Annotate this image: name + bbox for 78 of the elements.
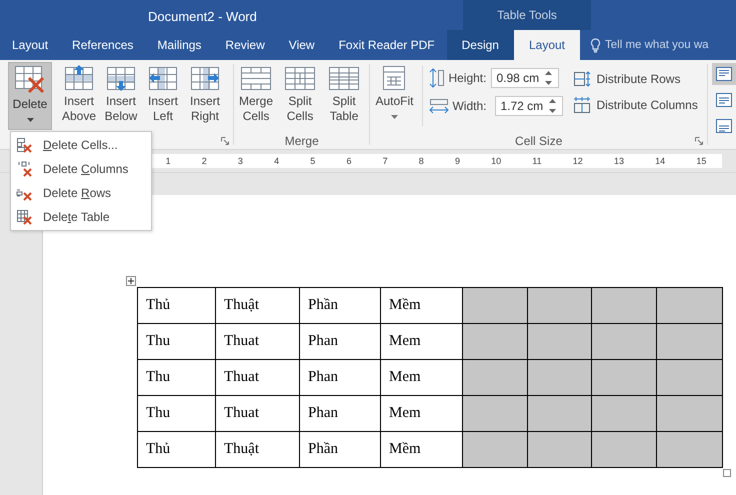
table-cell: Thu xyxy=(138,396,216,432)
width-label: Width: xyxy=(452,99,488,113)
table-insert-icon xyxy=(190,64,220,92)
delete-item-icon xyxy=(16,137,32,153)
caret-icon xyxy=(26,118,34,122)
ribbon-tab[interactable]: Design xyxy=(446,30,514,60)
table-grid-icon xyxy=(381,64,408,92)
distribute-button[interactable]: Distribute Rows xyxy=(573,71,698,87)
table-grid-icon xyxy=(328,64,360,92)
row-height-icon xyxy=(429,68,446,88)
delete-table-icon xyxy=(14,65,46,95)
menu-item[interactable]: Delete Cells... xyxy=(43,138,118,152)
table-cell: Thu xyxy=(138,324,216,360)
group-label: Cell Size xyxy=(515,134,562,148)
ribbon-button[interactable]: Merge Cells xyxy=(235,62,278,124)
distribute-rows-icon xyxy=(573,71,592,87)
ribbon-button[interactable]: Insert Left xyxy=(142,62,184,124)
text-align-icon xyxy=(716,93,732,107)
ribbon-tab[interactable]: Review xyxy=(213,30,277,60)
ribbon-tab[interactable]: Layout xyxy=(0,30,60,60)
contextual-group-title: Table Tools xyxy=(497,8,557,22)
distribute-columns-icon xyxy=(573,97,592,113)
ribbon-tab[interactable]: View xyxy=(276,30,327,60)
table-cell: Thuật xyxy=(216,432,300,468)
menu-item[interactable]: Delete Rows xyxy=(43,186,112,200)
ribbon-button[interactable]: Split Cells xyxy=(279,62,322,124)
delete-button[interactable]: Delete xyxy=(8,62,52,130)
table-cell: Phan xyxy=(300,396,380,432)
table-cell: Phan xyxy=(300,324,380,360)
table-cell: Phần xyxy=(300,432,380,468)
table-insert-icon xyxy=(148,64,178,92)
height-spinbox[interactable]: 0.98 cm xyxy=(491,68,560,88)
text-align-icon xyxy=(716,119,732,133)
distribute-button[interactable]: Distribute Columns xyxy=(573,97,698,113)
dialog-launcher-icon[interactable] xyxy=(695,137,704,145)
ribbon-tab[interactable]: References xyxy=(60,30,146,60)
table-cell: Phần xyxy=(300,288,380,324)
table-cell: Thủ xyxy=(138,288,216,324)
table-grid-icon xyxy=(284,64,316,92)
caret-icon xyxy=(390,115,398,119)
text-align-icon xyxy=(716,67,732,81)
width-spinbox[interactable]: 1.72 cm xyxy=(495,96,564,116)
menu-item[interactable]: Delete Columns xyxy=(43,162,128,176)
height-label: Height: xyxy=(448,71,488,85)
table-insert-icon xyxy=(64,64,94,92)
table-cell: Mềm xyxy=(380,288,462,324)
table-cell: Thuật xyxy=(216,288,300,324)
delete-item-icon xyxy=(16,161,32,177)
align-button[interactable] xyxy=(712,63,736,85)
spin-arrows-icon xyxy=(549,99,556,113)
ribbon-tab[interactable]: Mailings xyxy=(145,30,214,60)
ribbon-tab[interactable]: Foxit Reader PDF xyxy=(326,30,447,60)
ribbon-button[interactable]: Insert Below xyxy=(100,62,142,124)
table-cell: Thuat xyxy=(216,396,300,432)
column-width-icon xyxy=(429,98,450,114)
table-cell: Thủ xyxy=(138,432,216,468)
horizontal-ruler[interactable]: 1 2 3 4 5 6 7 8 9 10 11 12 13 14 15 xyxy=(150,154,722,168)
ribbon-tab[interactable]: Layout xyxy=(514,30,580,60)
table-cell: Phan xyxy=(300,360,380,396)
ribbon-button[interactable]: Split Table xyxy=(323,62,366,124)
delete-item-icon xyxy=(16,209,32,225)
spin-arrows-icon xyxy=(545,71,552,85)
ribbon-button[interactable]: Insert Above xyxy=(58,62,100,124)
ribbon-button[interactable]: Insert Right xyxy=(184,62,226,124)
table-cell: Thu xyxy=(138,360,216,396)
table-insert-icon xyxy=(106,64,136,92)
table-cell: Thuat xyxy=(216,324,300,360)
dialog-launcher-icon[interactable] xyxy=(221,137,230,145)
table-resize-handle-icon[interactable] xyxy=(723,469,731,477)
window-title: Document2 - Word xyxy=(148,9,257,24)
tell-me-field[interactable]: Tell me what you wa xyxy=(605,39,717,51)
table-move-handle-icon[interactable] xyxy=(126,276,136,286)
table-grid-icon xyxy=(240,64,272,92)
menu-item[interactable]: Delete Table xyxy=(43,210,110,224)
autofit-button[interactable]: AutoFit xyxy=(372,62,416,119)
lightbulb-icon xyxy=(590,38,601,52)
group-label: Merge xyxy=(284,134,319,148)
table-cell: Thuat xyxy=(216,360,300,396)
